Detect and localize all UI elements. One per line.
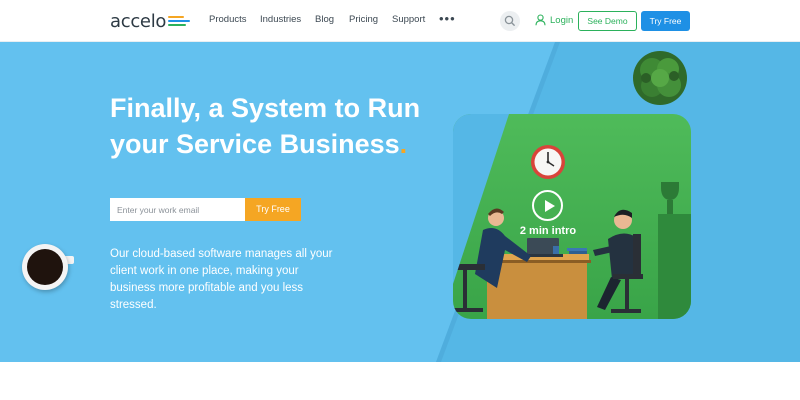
more-menu-button[interactable]: ••• [439,12,456,25]
search-button[interactable] [500,11,520,31]
clock-icon [531,145,565,179]
login-label: Login [550,14,574,26]
top-navigation: accelo Products Industries Blog Pricing … [0,0,800,42]
nav-link-products[interactable]: Products [209,14,247,25]
hero-title: Finally, a System to Run your Service Bu… [110,90,470,162]
hero-title-line1: Finally, a System to Run [110,93,421,123]
nav-link-industries[interactable]: Industries [260,14,301,25]
try-free-nav-button[interactable]: Try Free [641,11,690,31]
intro-video[interactable] [453,114,691,319]
play-button[interactable] [532,190,563,221]
nav-link-support[interactable]: Support [392,14,425,25]
hero-description: Our cloud-based software manages all you… [110,248,333,311]
see-demo-button[interactable]: See Demo [578,11,637,31]
work-email-input[interactable] [110,198,245,221]
login-link[interactable]: Login [535,13,573,27]
nav-link-pricing[interactable]: Pricing [349,14,378,25]
hero-title-dot: . [399,129,408,159]
logo-text: accelo [110,10,167,32]
hero-title-line2: your Service Business [110,129,400,159]
play-icon [545,200,555,212]
accelo-logo[interactable]: accelo [110,9,191,33]
plant-icon [633,51,687,105]
user-icon [535,14,546,26]
nav-link-blog[interactable]: Blog [315,14,334,25]
logo-mark-icon [168,13,191,29]
video-caption: 2 min intro [519,225,577,237]
try-free-hero-button[interactable]: Try Free [245,198,301,221]
coffee-cup-icon [22,244,68,290]
search-icon [504,15,515,26]
hero-section: Finally, a System to Run your Service Bu… [0,42,800,362]
